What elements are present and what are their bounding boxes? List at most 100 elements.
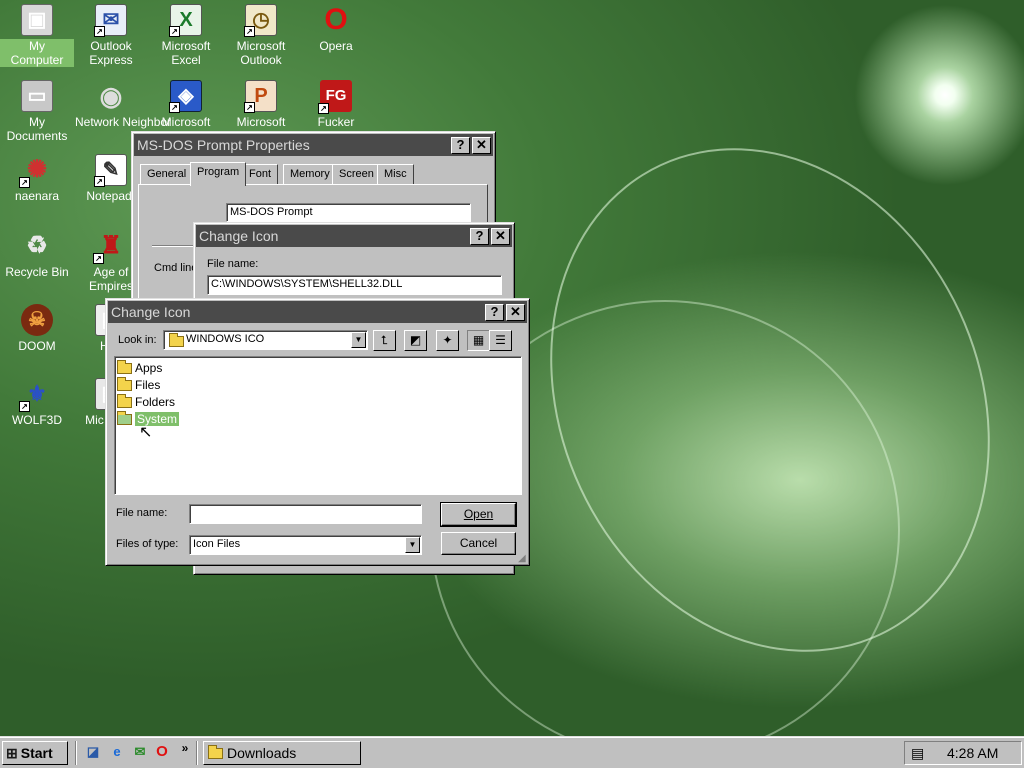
list-view-button[interactable]: ▦ [467,330,490,351]
desktop-icon-fg[interactable]: FG ↗ Fucker [299,78,373,129]
naenara-icon: ✺ ↗ [19,154,53,188]
icon-label: My Documents [6,115,68,143]
computer-icon: ▣ [21,4,53,36]
system-tray: ▤ 4:28 AM [904,741,1022,765]
opera-quicklaunch-icon[interactable]: O [153,743,171,761]
file-name-label: File name: [207,258,259,270]
outlook-express-quicklaunch-icon[interactable]: ✉ [131,743,149,761]
outlook-express-icon: ✉ ↗ [94,4,127,37]
window-title: Change Icon [199,228,279,244]
notepad-icon: ✎ ↗ [94,154,127,187]
folder-item-apps[interactable]: Apps [117,359,163,376]
files-of-type-dropdown[interactable]: Icon Files ▼ [189,535,422,555]
taskbar-separator [196,741,198,765]
icon-label: WOLF3D [11,413,62,427]
folder-icon [208,744,223,759]
icon-label: Microsoft Excel [161,39,211,67]
look-in-dropdown[interactable]: WINDOWS ICO ▼ [163,330,368,350]
up-folder-button[interactable]: ⮤ [373,330,396,351]
look-in-value: WINDOWS ICO [186,333,265,345]
tab-screen[interactable]: Screen [332,164,381,184]
look-in-label: Look in: [118,334,157,346]
tab-program[interactable]: Program [190,162,247,186]
desktop-icon-recycle-bin[interactable]: ♻ Recycle Bin [0,228,74,280]
desktop-icon-excel[interactable]: X ↗ Microsoft Excel [149,2,223,67]
desktop-icon-microsoft[interactable]: ◈ ↗ Microsoft [149,78,223,129]
icon-file-path-field[interactable]: C:\WINDOWS\SYSTEM\SHELL32.DLL [207,275,502,295]
desktop-icon-outlook-express[interactable]: ✉ ↗ Outlook Express [74,2,148,67]
details-view-button[interactable]: ☰ [489,330,512,351]
internet-explorer-icon[interactable]: e [108,743,126,761]
tab-misc[interactable]: Misc [377,164,414,184]
chevron-down-icon[interactable]: ▼ [405,537,420,553]
help-button[interactable]: ? [451,136,470,154]
scheduler-tray-icon[interactable]: ▤ [911,745,933,762]
icon-label: Recycle Bin [5,265,69,279]
help-button[interactable]: ? [470,227,489,245]
desktop-icon-powerpoint[interactable]: P ↗ Microsoft [224,78,298,129]
tab-memory[interactable]: Memory [283,164,337,184]
new-folder-button[interactable]: ✦ [436,330,459,351]
open-button[interactable]: Open [440,502,517,527]
show-desktop-icon[interactable]: ◪ [84,743,102,761]
resize-grip-icon[interactable]: ◢ [518,553,526,564]
files-of-type-value: Icon Files [193,538,241,550]
powerpoint-icon: P ↗ [244,80,277,113]
help-button[interactable]: ? [485,303,504,321]
icon-label: Microsoft [236,115,286,129]
desktop-icon-opera[interactable]: O Opera [299,2,373,54]
desktop-icon-my-documents[interactable]: ▭ My Documents [0,78,74,143]
icon-label: My Computer [0,39,74,67]
icon-label: Notepad- [86,189,136,203]
properties-titlebar[interactable]: MS-DOS Prompt Properties ? ✕ [134,134,493,156]
cmd-line-label: Cmd line [154,262,198,274]
file-name-label: File name: [116,507,168,519]
fg-glyph: FG [325,87,347,104]
window-title: MS-DOS Prompt Properties [137,137,310,153]
windows-logo-icon: ⊞ [6,744,18,761]
folder-item-files[interactable]: Files [117,376,160,393]
icon-label: naenara [14,189,60,203]
chevron-down-icon[interactable]: ▼ [351,332,366,348]
desktop-icon-naenara[interactable]: ✺ ↗ naenara [0,152,74,204]
close-button[interactable]: ✕ [491,227,510,245]
start-label: Start [20,745,53,761]
folder-label: Apps [135,361,163,375]
clock[interactable]: 4:28 AM [947,745,998,761]
folder-icon [169,333,184,347]
open-label: Open [463,507,494,521]
change-icon-front-titlebar[interactable]: Change Icon ? ✕ [108,301,527,323]
start-button[interactable]: ⊞ Start [2,741,68,765]
icon-label: Fucker [317,115,355,129]
cancel-button[interactable]: Cancel [441,532,516,555]
tab-general[interactable]: General [140,164,194,184]
desktop-icon-wolf3d[interactable]: ⚜ ↗ WOLF3D [0,376,74,428]
mouse-cursor-icon: ↖ [139,424,153,441]
tab-font[interactable]: Font [242,164,279,184]
desktop-icon-my-computer[interactable]: ▣ My Computer [0,2,74,67]
desktop-icon-network[interactable]: ◉ Network Neighbor [74,78,171,129]
close-button[interactable]: ✕ [472,136,491,154]
desktop-icon-doom[interactable]: ☠ DOOM [0,302,74,353]
recycle-bin-icon: ♻ [26,232,48,259]
icon-label: DOOM [18,339,56,353]
taskbar-item-downloads[interactable]: Downloads [203,741,361,765]
taskbar: ⊞ Start ◪ e ✉ O » Downloads ▤ 4:28 AM [0,736,1024,768]
icon-label: Opera [319,39,353,53]
file-name-input[interactable] [189,504,422,524]
opera-icon: O [324,3,348,36]
icon-label: Microsoft [161,115,211,129]
task-label: Downloads [227,745,297,761]
change-icon-back-titlebar[interactable]: Change Icon ? ✕ [196,225,512,247]
program-name-field[interactable]: MS-DOS Prompt [226,203,471,222]
close-button[interactable]: ✕ [506,303,525,321]
desktop-icon-outlook[interactable]: ◷ ↗ Microsoft Outlook [224,2,298,67]
desktop-button[interactable]: ◩ [404,330,427,351]
quicklaunch-more-icon[interactable]: » [176,739,194,757]
folder-icon [117,376,132,391]
age-of-empires-icon: ♜ ↗ [93,230,127,264]
folder-item-folders[interactable]: Folders [117,393,175,410]
window-title: Change Icon [111,304,191,320]
microsoft-app-icon: ◈ ↗ [169,80,202,113]
icon-label: Microsoft Outlook [236,39,286,67]
